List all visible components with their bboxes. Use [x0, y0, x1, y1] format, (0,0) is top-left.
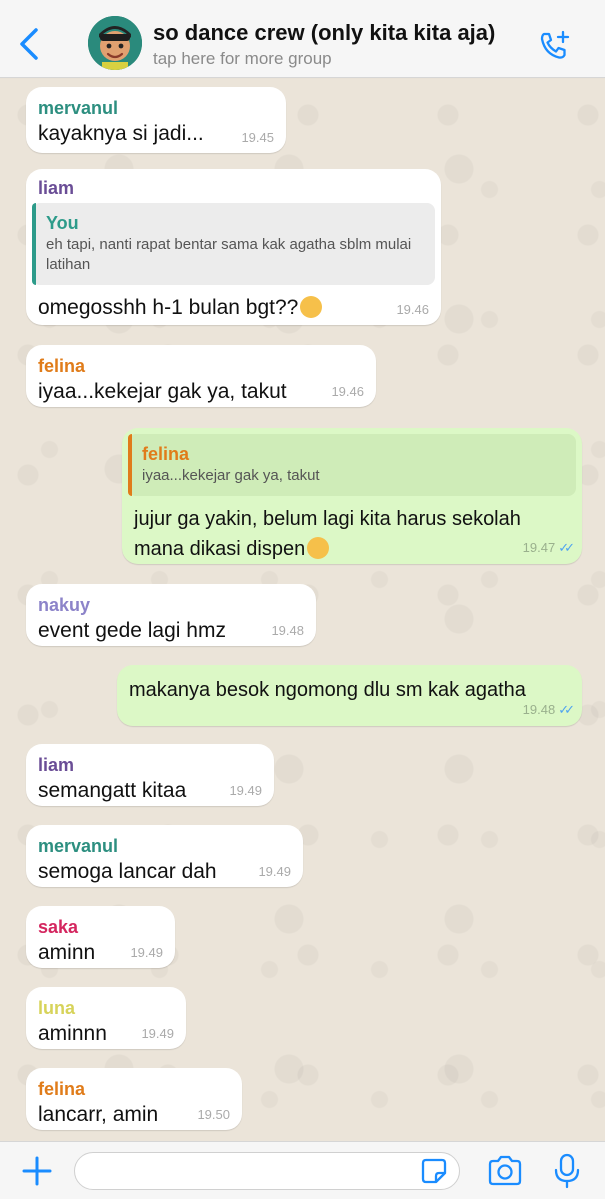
quoted-sender: felina: [142, 444, 190, 464]
message-text: makanya besok ngomong dlu sm kak agatha: [129, 679, 526, 701]
message-time: 19.47: [522, 540, 556, 555]
message-time: 19.49: [130, 945, 163, 960]
message-bubble-outgoing[interactable]: makanya besok ngomong dlu sm kak agatha …: [117, 665, 582, 726]
camera-button[interactable]: [486, 1154, 524, 1188]
message-text: semoga lancar dah: [38, 860, 217, 883]
message-text: event gede lagi hmz: [38, 619, 226, 642]
message-time: 19.50: [197, 1107, 230, 1122]
message-input[interactable]: [74, 1152, 460, 1190]
group-avatar[interactable]: [88, 16, 142, 70]
sender-name: saka: [38, 917, 79, 937]
message-text: kayaknya si jadi...: [38, 122, 204, 145]
message-bubble[interactable]: saka aminn 19.49: [26, 906, 175, 968]
message-text: iyaa...kekejar gak ya, takut: [38, 380, 287, 403]
microphone-icon: [554, 1153, 580, 1189]
chat-title[interactable]: so dance crew (only kita kita aja): [153, 20, 495, 46]
message-meta: 19.47 ✓✓: [522, 540, 575, 556]
slightly-smiling-face-emoji: [307, 537, 330, 559]
message-bubble[interactable]: mervanul kayaknya si jadi... 19.45: [26, 87, 286, 153]
sender-name: liam: [38, 178, 75, 198]
add-call-button[interactable]: [536, 28, 572, 64]
message-time: 19.49: [229, 783, 262, 798]
quoted-message[interactable]: felina iyaa...kekejar gak ya, takut: [128, 434, 576, 496]
microphone-button[interactable]: [552, 1152, 582, 1190]
sender-name: felina: [38, 1079, 86, 1099]
avatar-image: [88, 16, 142, 70]
attach-button[interactable]: [20, 1154, 54, 1188]
sender-name: luna: [38, 998, 76, 1018]
composer-bar: [0, 1141, 605, 1199]
quoted-sender: You: [46, 213, 79, 233]
message-bubble[interactable]: liam You eh tapi, nanti rapat bentar sam…: [26, 169, 441, 325]
chat-area[interactable]: mervanul kayaknya si jadi... 19.45 liam …: [0, 79, 605, 1141]
chat-header: so dance crew (only kita kita aja) tap h…: [0, 0, 605, 78]
sender-name: felina: [38, 356, 86, 376]
quoted-text: iyaa...kekejar gak ya, takut: [142, 467, 320, 484]
message-bubble[interactable]: luna aminnn 19.49: [26, 987, 186, 1049]
message-meta: 19.48 ✓✓: [522, 702, 575, 718]
message-time: 19.45: [241, 130, 274, 145]
sender-name: mervanul: [38, 836, 119, 856]
message-bubble[interactable]: felina iyaa...kekejar gak ya, takut 19.4…: [26, 345, 376, 407]
chevron-left-icon: [20, 28, 38, 60]
phone-plus-icon: [540, 30, 570, 59]
message-bubble[interactable]: mervanul semoga lancar dah 19.49: [26, 825, 303, 887]
message-bubble[interactable]: liam semangatt kitaa 19.49: [26, 744, 274, 806]
plus-icon: [22, 1156, 52, 1186]
message-time: 19.48: [271, 623, 304, 638]
chat-subtitle[interactable]: tap here for more group: [153, 49, 332, 69]
tired-face-emoji: [300, 296, 323, 318]
sender-name: mervanul: [38, 98, 119, 118]
camera-icon: [488, 1155, 522, 1186]
sticker-icon: [421, 1158, 447, 1184]
sender-name: nakuy: [38, 595, 91, 615]
back-button[interactable]: [14, 24, 44, 64]
message-text: semangatt kitaa: [38, 779, 187, 802]
message-time: 19.49: [141, 1026, 174, 1041]
sender-name: liam: [38, 755, 75, 775]
quoted-text: eh tapi, nanti rapat bentar sama kak aga…: [46, 236, 412, 273]
message-text: omegosshh h-1 bulan bgt??: [38, 296, 299, 319]
message-time: 19.46: [331, 384, 364, 399]
double-check-icon: ✓✓: [558, 702, 575, 717]
message-time: 19.46: [396, 302, 429, 317]
message-bubble[interactable]: felina lancarr, amin 19.50: [26, 1068, 242, 1130]
quoted-message[interactable]: You eh tapi, nanti rapat bentar sama kak…: [32, 203, 435, 285]
message-time: 19.49: [258, 864, 291, 879]
message-time: 19.48: [522, 702, 556, 717]
double-check-icon: ✓✓: [558, 540, 575, 555]
sticker-button[interactable]: [420, 1157, 448, 1185]
message-bubble[interactable]: nakuy event gede lagi hmz 19.48: [26, 584, 316, 646]
message-bubble-outgoing[interactable]: felina iyaa...kekejar gak ya, takut juju…: [122, 428, 582, 564]
